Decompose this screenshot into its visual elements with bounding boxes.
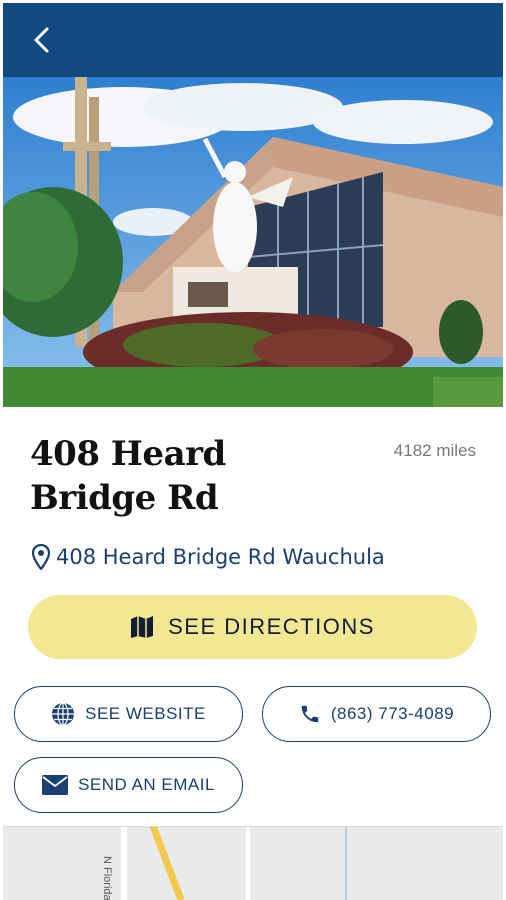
send-email-button[interactable]: SEND AN EMAIL [14,757,243,813]
map-pin-icon [32,544,50,570]
address-text: 408 Heard Bridge Rd Wauchula [56,545,385,569]
phone-icon [301,705,319,723]
globe-icon [52,702,75,726]
see-directions-button[interactable]: SEE DIRECTIONS [28,595,477,659]
see-directions-label: SEE DIRECTIONS [168,614,375,639]
address-line[interactable]: 408 Heard Bridge Rd Wauchula [32,544,385,570]
location-title: 408 Heard Bridge Rd [30,434,226,518]
see-website-button[interactable]: SEE WEBSITE [14,686,243,742]
location-map[interactable]: N Florida [3,826,503,900]
top-app-bar [3,3,503,77]
back-arrow-icon[interactable] [27,23,59,57]
see-website-label: SEE WEBSITE [85,704,206,723]
send-email-label: SEND AN EMAIL [78,775,215,794]
map-icon [131,616,154,638]
envelope-icon [42,775,69,795]
phone-button[interactable]: (863) 773-4089 [262,686,491,742]
church-photo [3,77,503,407]
map-road-label: N Florida [101,856,113,900]
distance-label: 4182 miles [393,441,476,460]
phone-number-label: (863) 773-4089 [330,704,455,723]
map-tiles [3,826,503,900]
